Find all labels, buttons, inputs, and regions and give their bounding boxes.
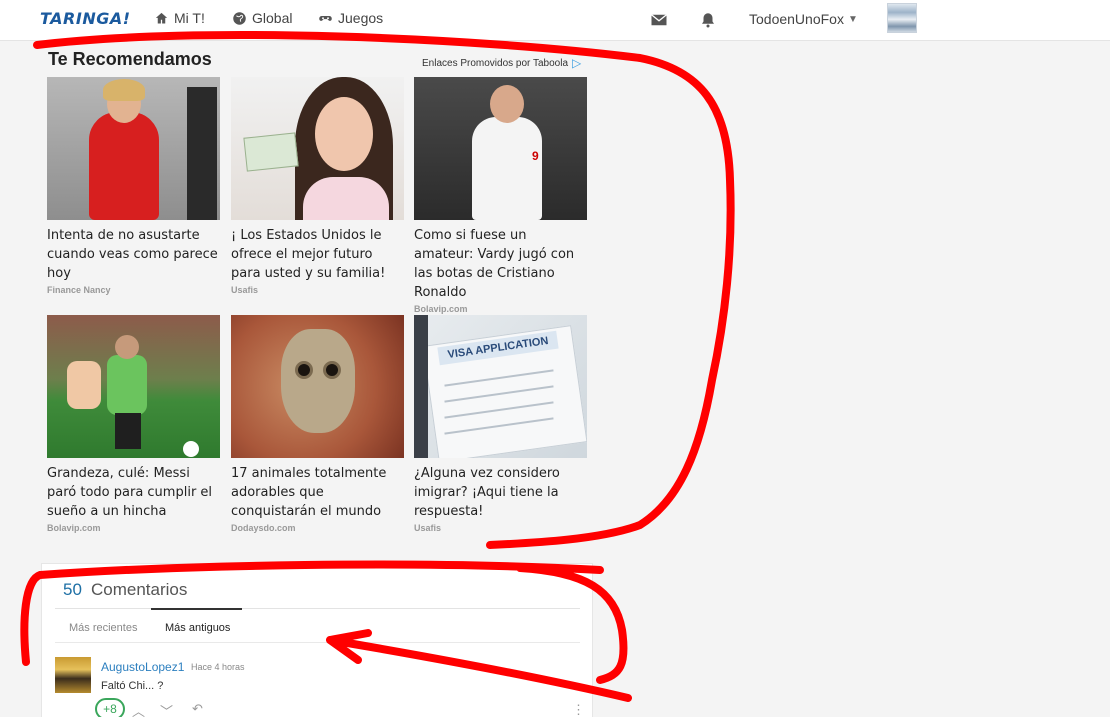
username-label: TodoenUnoFox [749, 11, 844, 27]
comment-username[interactable]: AugustoLopez1 [101, 660, 184, 674]
recommendation-card[interactable]: 9 Como si fuese un amateur: Vardy jugó c… [414, 77, 587, 314]
recommendation-card[interactable]: Grandeza, culé: Messi paró todo para cum… [47, 315, 220, 533]
nav-global[interactable]: Global [232, 10, 292, 26]
taboola-promo-link[interactable]: Enlaces Promovidos por Taboola ▷ [422, 56, 581, 70]
reply-icon[interactable]: ↶ [192, 701, 203, 717]
comment-timestamp: Hace 4 horas [191, 662, 245, 672]
mail-icon[interactable] [650, 11, 668, 29]
user-menu[interactable]: TodoenUnoFox ▼ [749, 11, 858, 27]
active-tab-indicator [151, 608, 242, 610]
upvote-icon[interactable]: ︿ [132, 701, 145, 717]
user-avatar[interactable] [887, 3, 917, 33]
recommendation-card[interactable]: Intenta de no asustarte cuando veas como… [47, 77, 220, 295]
comment-score: +8 [95, 698, 125, 717]
recommendation-source: Usafis [231, 285, 259, 295]
recommendation-thumbnail: VISA APPLICATION [414, 315, 587, 458]
nav-juegos-label: Juegos [338, 10, 384, 26]
recommendation-title: ¿Alguna vez considero imigrar? ¡Aqui tie… [414, 466, 560, 519]
chevron-down-icon: ▼ [847, 13, 858, 25]
recommendation-thumbnail [231, 315, 404, 458]
taboola-icon: ▷ [572, 56, 582, 70]
recommendation-title: Intenta de no asustarte cuando veas como… [47, 228, 218, 281]
more-options-icon[interactable]: ⋮ [572, 702, 585, 717]
recommendation-thumbnail [47, 77, 220, 220]
taringa-logo[interactable]: TARINGA! [40, 9, 131, 28]
downvote-icon[interactable]: ﹀ [160, 701, 173, 717]
bell-icon[interactable] [699, 11, 717, 29]
recommendation-source: Usafis [414, 523, 442, 533]
recommendation-title: ¡ Los Estados Unidos le ofrece el mejor … [231, 228, 386, 281]
nav-mi-t[interactable]: Mi T! [154, 10, 205, 26]
comments-count: 50 [63, 580, 82, 599]
recommendation-thumbnail [47, 315, 220, 458]
recommendation-thumbnail [231, 77, 404, 220]
home-icon [155, 12, 168, 23]
nav-juegos[interactable]: Juegos [318, 10, 383, 26]
recommendation-card[interactable]: ¡ Los Estados Unidos le ofrece el mejor … [231, 77, 404, 295]
top-navbar: TARINGA! Mi T! Global Juegos TodoenUnoFo… [0, 0, 1110, 41]
tab-mas-recientes[interactable]: Más recientes [69, 622, 137, 634]
globe-icon [233, 11, 246, 25]
divider [55, 608, 580, 609]
comment-text: Faltó Chi... ? [101, 680, 164, 692]
recommendation-thumbnail: 9 [414, 77, 587, 220]
recommendation-source: Bolavip.com [414, 304, 468, 314]
recommendation-source: Bolavip.com [47, 523, 101, 533]
recommendation-title: Grandeza, culé: Messi paró todo para cum… [47, 466, 213, 519]
comments-panel: 50 Comentarios Más recientes Más antiguo… [41, 563, 593, 717]
recommendations-title: Te Recomendamos [48, 49, 212, 69]
recommendation-title: 17 animales totalmente adorables que con… [231, 466, 387, 519]
gamepad-icon [319, 15, 332, 21]
nav-global-label: Global [252, 10, 293, 26]
recommendation-source: Dodaysdo.com [231, 523, 296, 533]
recommendation-source: Finance Nancy [47, 285, 111, 295]
recommendation-card[interactable]: VISA APPLICATION ¿Alguna vez considero i… [414, 315, 587, 533]
recommendation-title: Como si fuese un amateur: Vardy jugó con… [414, 228, 575, 300]
comments-label: Comentarios [91, 580, 188, 599]
divider [55, 642, 580, 643]
nav-mi-t-label: Mi T! [174, 10, 205, 26]
comment-avatar[interactable] [55, 657, 91, 693]
promo-label: Enlaces Promovidos por Taboola [422, 57, 569, 69]
recommendation-card[interactable]: 17 animales totalmente adorables que con… [231, 315, 404, 533]
tab-mas-antiguos[interactable]: Más antiguos [165, 622, 230, 634]
